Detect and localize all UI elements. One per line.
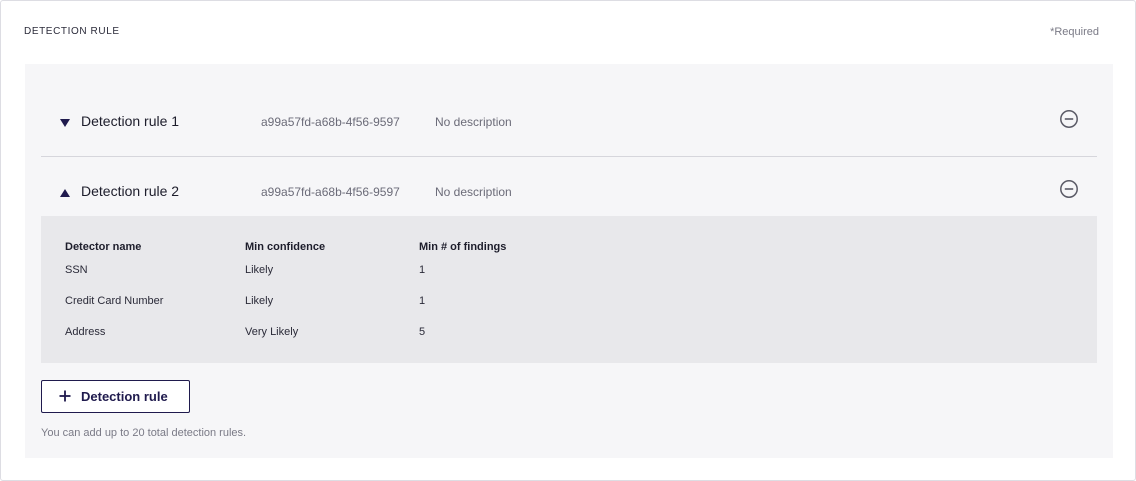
findings-cell: 5 bbox=[419, 326, 426, 338]
triangle-up-icon[interactable] bbox=[59, 185, 73, 197]
rule-row-2[interactable]: Detection rule 2 a99a57fd-a68b-4f56-9597… bbox=[41, 161, 1097, 216]
detector-name-cell: SSN bbox=[65, 264, 88, 276]
findings-cell: 1 bbox=[419, 264, 426, 276]
required-note: *Required bbox=[1050, 26, 1099, 38]
rule-name[interactable]: Detection rule 1 bbox=[81, 113, 179, 129]
rules-panel: Detection rule 1 a99a57fd-a68b-4f56-9597… bbox=[25, 64, 1113, 458]
add-button-label: Detection rule bbox=[81, 389, 168, 404]
triangle-down-icon[interactable] bbox=[59, 115, 73, 127]
findings-cell: 1 bbox=[419, 295, 426, 307]
confidence-cell: Very Likely bbox=[245, 326, 299, 338]
rule-description: No description bbox=[435, 115, 512, 129]
minus-circle-icon[interactable] bbox=[1059, 179, 1079, 199]
detector-name-cell: Credit Card Number bbox=[65, 295, 164, 307]
column-header-min-confidence: Min confidence bbox=[245, 241, 326, 253]
minus-circle-icon[interactable] bbox=[1059, 109, 1079, 129]
detection-rule-card: DETECTION RULE *Required Detection rule … bbox=[0, 0, 1136, 481]
column-header-min-findings: Min # of findings bbox=[419, 241, 507, 253]
section-title: DETECTION RULE bbox=[24, 26, 120, 37]
confidence-cell: Likely bbox=[245, 264, 274, 276]
limit-hint: You can add up to 20 total detection rul… bbox=[41, 427, 247, 439]
add-detection-rule-button[interactable]: Detection rule bbox=[41, 380, 190, 413]
rule-id: a99a57fd-a68b-4f56-9597 bbox=[261, 185, 400, 199]
column-header-detector-name: Detector name bbox=[65, 241, 142, 253]
detector-table: Detector name Min confidence Min # of fi… bbox=[41, 216, 1097, 363]
plus-icon bbox=[59, 388, 71, 404]
rule-description: No description bbox=[435, 185, 512, 199]
rule-row-1[interactable]: Detection rule 1 a99a57fd-a68b-4f56-9597… bbox=[41, 91, 1097, 157]
rule-id: a99a57fd-a68b-4f56-9597 bbox=[261, 115, 400, 129]
rule-name[interactable]: Detection rule 2 bbox=[81, 183, 179, 199]
confidence-cell: Likely bbox=[245, 295, 274, 307]
detector-name-cell: Address bbox=[65, 326, 106, 338]
